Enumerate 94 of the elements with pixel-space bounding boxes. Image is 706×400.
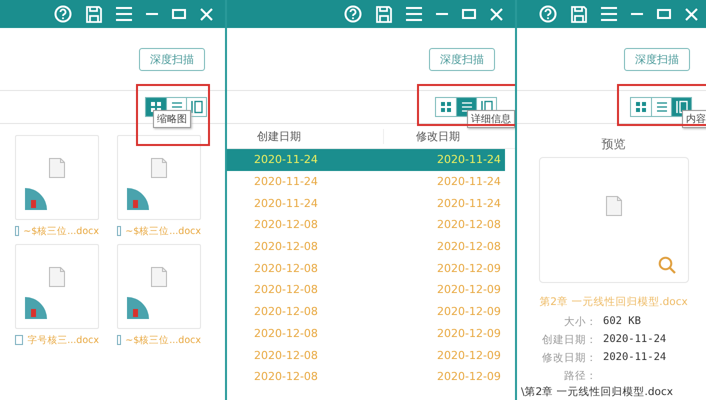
table-cell-text: 2020-12-08: [253, 218, 319, 232]
close-icon[interactable]: [200, 8, 213, 20]
save-icon[interactable]: [571, 6, 587, 22]
menu-icon[interactable]: [601, 7, 617, 21]
table-row[interactable]: 2020-12-08 2020-12-09: [227, 279, 505, 301]
table-cell-text: 2020-11-24: [436, 175, 502, 188]
close-icon[interactable]: [490, 8, 503, 20]
minimize-icon[interactable]: [146, 12, 158, 16]
document-icon: [151, 158, 167, 178]
file-thumbnail[interactable]: [117, 135, 201, 220]
close-icon[interactable]: [685, 8, 698, 20]
table-cell-text: 2020-12-09: [436, 370, 502, 384]
file-type-icon: [127, 297, 149, 319]
table-cell-text: 2020-12-09: [436, 348, 502, 362]
table-cell-text: 2020-12-08: [253, 240, 319, 254]
content-view-icon: [674, 100, 688, 114]
file-name: 字号核三...docx: [27, 334, 99, 346]
table-row[interactable]: 2020-12-08 2020-12-09: [227, 344, 505, 366]
table-row[interactable]: 2020-12-08 2020-12-08: [227, 214, 505, 236]
detail-label: 大小：: [563, 315, 597, 329]
deep-scan-button[interactable]: 深度扫描: [429, 48, 495, 70]
table-row[interactable]: 2020-12-08 2020-12-09: [227, 366, 505, 388]
preview-heading: 预览: [602, 136, 626, 153]
detail-label: 路径：: [563, 369, 597, 383]
table-row[interactable]: 2020-12-08 2020-12-09: [227, 300, 505, 322]
file-type-icon: [127, 188, 149, 210]
save-icon[interactable]: [376, 6, 392, 22]
table-cell-text: 2020-12-08: [436, 218, 502, 232]
table-row[interactable]: 2020-11-24 2020-11-24: [227, 170, 505, 192]
table-cell-text: 2020-12-08: [436, 240, 502, 254]
table-row[interactable]: 2020-12-08 2020-12-08: [227, 236, 505, 258]
table-cell-text: 2020-12-09: [436, 262, 502, 275]
file-thumbnail[interactable]: [15, 135, 99, 220]
column-header[interactable]: 创建日期: [227, 128, 383, 144]
menu-icon[interactable]: [116, 7, 132, 21]
maximize-icon[interactable]: [172, 9, 186, 19]
file-type-icon: [25, 297, 47, 319]
document-icon: [49, 267, 65, 287]
help-icon[interactable]: [539, 5, 557, 23]
detail-label: 修改日期：: [541, 351, 597, 365]
detail-value: 602 KB: [602, 315, 642, 329]
table-cell-text: 2020-12-09: [436, 283, 502, 296]
table-cell-text: 2020-12-08: [253, 348, 319, 362]
document-icon: [151, 267, 167, 287]
file-thumbnail[interactable]: [117, 244, 201, 329]
table-cell-text: 2020-12-08: [253, 305, 319, 318]
table-cell-text: 2020-11-24: [253, 196, 319, 210]
file-name: 第2章 一元线性回归模型.docx: [539, 295, 688, 309]
save-icon[interactable]: [86, 6, 102, 22]
table-row[interactable]: 2020-11-24 2020-11-24: [227, 192, 505, 214]
table-cell-text: 2020-12-09: [436, 305, 502, 318]
detail-value: 2020-11-24: [602, 351, 666, 365]
table-cell-text: 2020-12-08: [253, 283, 319, 296]
checkbox[interactable]: [15, 226, 20, 236]
table-cell-text: 2020-12-08: [253, 370, 319, 384]
table-row[interactable]: 2020-12-08 2020-12-09: [227, 322, 505, 344]
file-name: ~$核三位...docx: [23, 224, 99, 238]
checkbox[interactable]: [117, 226, 122, 236]
minimize-icon[interactable]: [631, 12, 643, 16]
deep-scan-button[interactable]: 深度扫描: [139, 48, 205, 70]
document-icon: [49, 158, 65, 178]
document-icon: [606, 196, 622, 216]
list-view-icon: [654, 100, 668, 114]
table-cell-text: 2020-11-24: [253, 175, 319, 188]
minimize-icon[interactable]: [436, 12, 448, 16]
help-icon[interactable]: [54, 5, 72, 23]
maximize-icon[interactable]: [657, 9, 671, 19]
menu-icon[interactable]: [406, 7, 422, 21]
detail-label: 创建日期：: [541, 333, 597, 347]
maximize-icon[interactable]: [462, 9, 476, 19]
zoom-icon[interactable]: [658, 256, 676, 274]
grid-view-icon: [439, 100, 453, 114]
content-view-icon: [190, 100, 204, 114]
table-cell-text: 2020-11-24: [436, 196, 502, 210]
checkbox[interactable]: [117, 335, 122, 345]
view-mode-button[interactable]: [186, 98, 206, 116]
table-cell-text: 2020-11-24: [253, 153, 319, 166]
table-row[interactable]: 2020-12-08 2020-12-09: [227, 257, 505, 280]
grid-view-icon: [634, 100, 648, 114]
deep-scan-button[interactable]: 深度扫描: [624, 48, 690, 70]
detail-value: 2020-11-24: [602, 333, 666, 347]
table-cell-text: 2020-12-08: [253, 262, 319, 275]
file-type-icon: [25, 188, 47, 210]
table-row[interactable]: 2020-11-24 2020-11-24: [227, 149, 505, 171]
file-path: \第2章 一元线性回归模型.docx: [521, 385, 673, 399]
checkbox[interactable]: [15, 335, 24, 345]
table-cell-text: 2020-11-24: [436, 153, 502, 166]
tooltip: 缩略图: [153, 110, 191, 128]
table-cell-text: 2020-12-09: [436, 326, 502, 340]
file-name: ~$核三位...docx: [125, 224, 201, 238]
file-thumbnail[interactable]: [15, 244, 99, 329]
table-cell-text: 2020-12-08: [253, 326, 319, 340]
help-icon[interactable]: [344, 5, 362, 23]
file-name: ~$核三位...docx: [125, 334, 201, 346]
